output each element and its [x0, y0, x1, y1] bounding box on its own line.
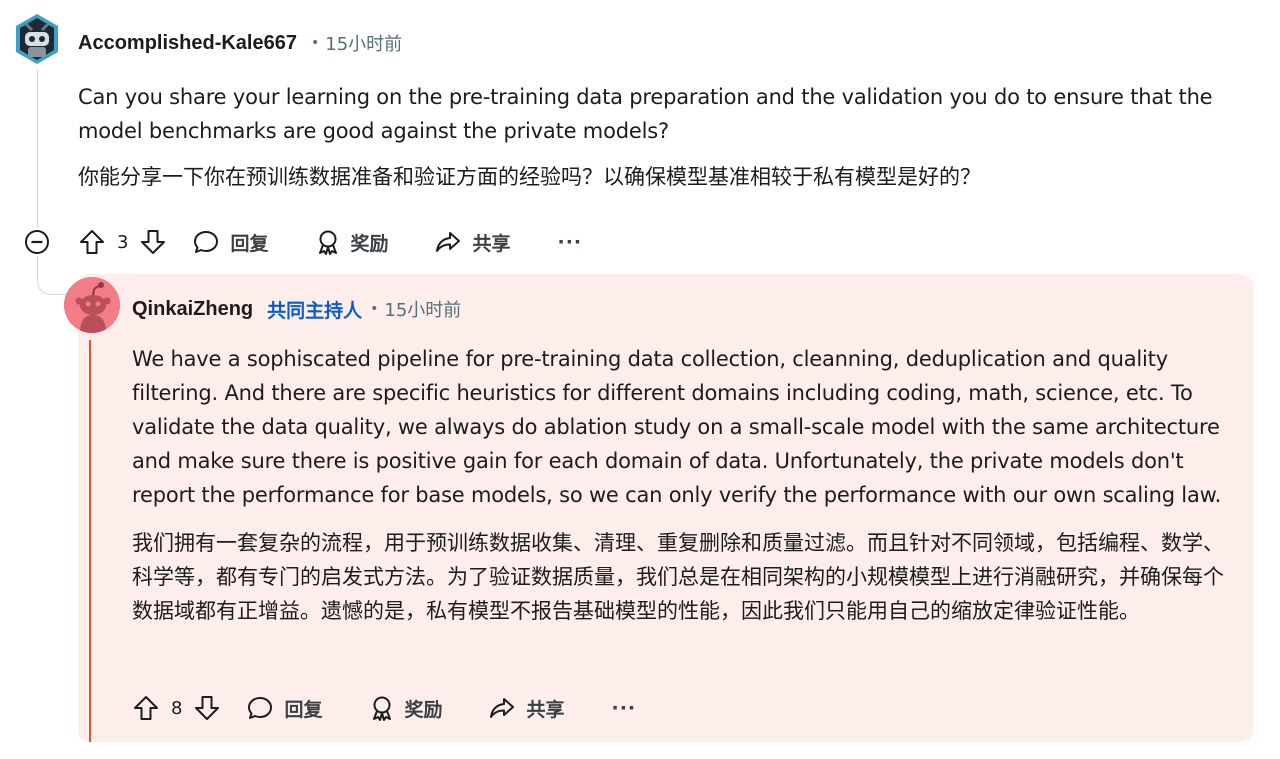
reply-label: 回复: [284, 698, 323, 721]
share-button[interactable]: 共享: [488, 694, 565, 722]
reply-label: 回复: [230, 232, 269, 255]
separator-dot: •: [370, 301, 379, 317]
comment-body-zh: 我们拥有一套复杂的流程，用于预训练数据收集、清理、重复删除和质量过滤。而且针对不…: [132, 531, 1224, 623]
award-icon: [373, 696, 392, 721]
award-icon: [319, 230, 338, 255]
vote-count: 3: [117, 231, 129, 253]
thread-line: [37, 70, 38, 228]
vote-count: 8: [171, 697, 183, 719]
moderator-badge: 共同主持人: [267, 299, 363, 322]
award-button[interactable]: 奖励: [368, 694, 442, 722]
upvote-icon: [134, 696, 158, 720]
reply-button[interactable]: 回复: [192, 228, 268, 256]
timestamp[interactable]: 15小时前: [325, 30, 402, 56]
share-icon: [436, 232, 461, 252]
comment-icon: [194, 231, 219, 253]
avatar[interactable]: [12, 12, 62, 66]
downvote-icon: [195, 696, 220, 720]
share-icon: [490, 698, 515, 718]
separator-dot: •: [310, 35, 320, 51]
award-button[interactable]: 奖励: [314, 228, 388, 256]
username[interactable]: Accomplished-Kale667: [78, 32, 297, 55]
thread-line-highlight: [89, 340, 91, 742]
collapse-button[interactable]: [24, 229, 50, 255]
comment-actions: 3 回复 奖励 共享 ···: [78, 222, 582, 262]
share-button[interactable]: 共享: [434, 228, 511, 256]
username[interactable]: QinkaiZheng: [132, 298, 253, 321]
downvote-icon: [141, 230, 166, 254]
comment-body-en: We have a sophiscated pipeline for pre-t…: [132, 347, 1222, 507]
collapse-icon: [25, 230, 49, 254]
thread-connector: [37, 266, 66, 295]
comment-header: QinkaiZheng 共同主持人 • 15小时前: [132, 294, 461, 324]
comment-actions: 8 回复 奖励 共享 ···: [132, 688, 636, 728]
downvote-button[interactable]: [139, 228, 167, 256]
comment-body-zh: 你能分享一下你在预训练数据准备和验证方面的经验吗？以确保模型基准相较于私有模型是…: [78, 165, 981, 189]
comment-body-en: Can you share your learning on the pre-t…: [78, 85, 1213, 143]
share-label: 共享: [526, 698, 565, 721]
avatar[interactable]: [64, 277, 120, 333]
award-label: 奖励: [350, 232, 389, 255]
upvote-button[interactable]: [132, 694, 160, 722]
reply-button[interactable]: 回复: [246, 694, 322, 722]
more-options-button[interactable]: ···: [612, 697, 637, 719]
upvote-button[interactable]: [78, 228, 106, 256]
upvote-icon: [80, 230, 104, 254]
award-label: 奖励: [404, 698, 443, 721]
timestamp[interactable]: 15小时前: [384, 296, 461, 322]
share-label: 共享: [472, 232, 511, 255]
comment-header: Accomplished-Kale667 • 15小时前: [78, 28, 402, 58]
comment-icon: [248, 697, 273, 719]
downvote-button[interactable]: [193, 694, 221, 722]
more-options-button[interactable]: ···: [558, 231, 583, 253]
